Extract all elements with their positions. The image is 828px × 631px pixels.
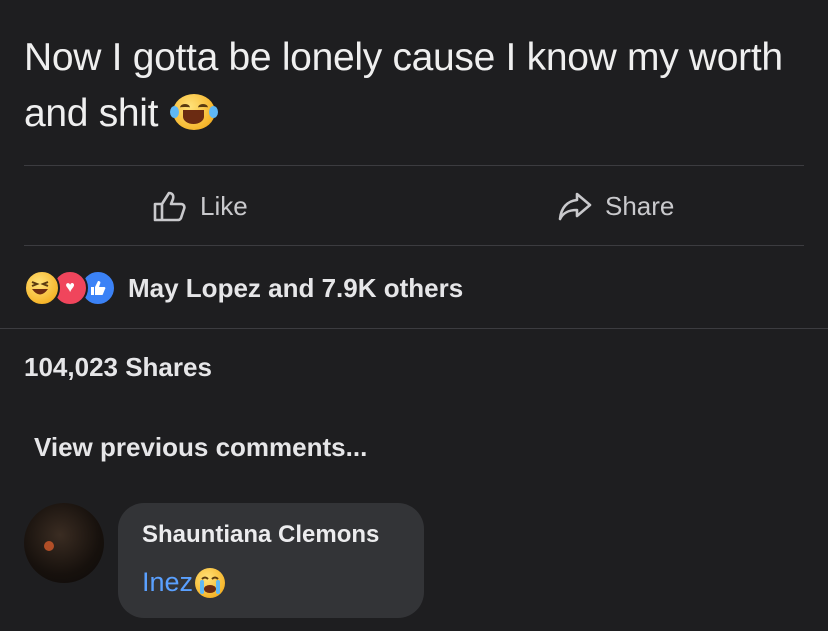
- laughing-tears-emoji-icon: [169, 93, 218, 130]
- share-label: Share: [605, 190, 675, 221]
- post-text: Now I gotta be lonely cause I know my wo…: [24, 30, 804, 142]
- action-bar: Like Share: [24, 166, 804, 246]
- crying-emoji-icon: [195, 567, 226, 598]
- haha-reaction-icon: [24, 270, 60, 306]
- share-arrow-icon: [557, 190, 593, 222]
- like-label: Like: [200, 190, 248, 221]
- like-button[interactable]: Like: [152, 166, 248, 246]
- thumbs-up-icon: [152, 190, 188, 222]
- divider: [24, 245, 804, 246]
- comment-bubble: Shauntiana Clemons Inez: [118, 503, 424, 618]
- post-text-content: Now I gotta be lonely cause I know my wo…: [24, 36, 783, 135]
- avatar[interactable]: [24, 503, 104, 583]
- mention-link[interactable]: Inez: [142, 567, 193, 598]
- view-previous-comments-link[interactable]: View previous comments...: [34, 432, 367, 463]
- reactions-summary: May Lopez and 7.9K others: [128, 272, 464, 303]
- reactions-row[interactable]: ♥ May Lopez and 7.9K others: [24, 266, 463, 310]
- comment-author[interactable]: Shauntiana Clemons: [142, 521, 379, 549]
- comment-text: Inez: [142, 567, 226, 598]
- share-button[interactable]: Share: [557, 166, 674, 246]
- divider: [0, 328, 828, 329]
- shares-count[interactable]: 104,023 Shares: [24, 352, 212, 383]
